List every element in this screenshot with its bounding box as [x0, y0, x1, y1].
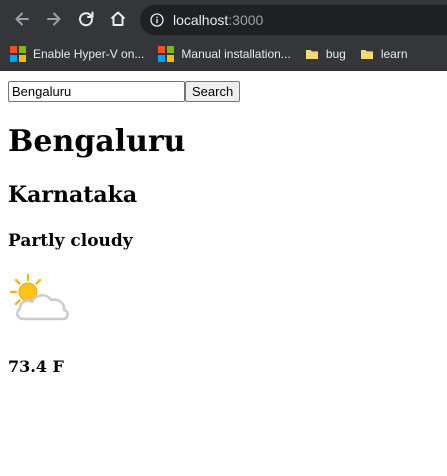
- browser-toolbar: localhost:3000: [0, 0, 447, 38]
- reload-button[interactable]: [72, 5, 100, 33]
- home-icon: [110, 11, 126, 26]
- page-content: Search Bengaluru Karnataka Partly cloudy…: [0, 71, 447, 377]
- info-icon[interactable]: [150, 13, 164, 27]
- bookmark-label: bug: [325, 47, 346, 61]
- bookmark-folder-bug[interactable]: bug: [305, 47, 346, 61]
- home-button[interactable]: [104, 5, 132, 33]
- bookmark-label: learn: [380, 47, 408, 61]
- search-button[interactable]: Search: [185, 80, 241, 102]
- bookmark-folder-learn[interactable]: learn: [360, 47, 408, 61]
- arrow-left-icon: [15, 12, 29, 26]
- bookmarks-bar: Enable Hyper-V on... Manual installation…: [0, 38, 447, 71]
- address-bar[interactable]: localhost:3000: [140, 5, 447, 35]
- microsoft-logo-icon: [158, 46, 175, 62]
- arrow-right-icon: [47, 12, 61, 26]
- back-button[interactable]: [8, 5, 36, 33]
- weather-condition: Partly cloudy: [8, 231, 133, 251]
- browser-chrome: localhost:3000 Enable Hyper-V on... Manu…: [0, 0, 447, 71]
- search-input[interactable]: [8, 80, 185, 102]
- microsoft-logo-icon: [10, 46, 26, 62]
- bookmark-label: Enable Hyper-V on...: [33, 47, 145, 61]
- temperature: 73.4 F: [8, 357, 64, 376]
- reload-icon: [79, 11, 94, 27]
- partly-cloudy-icon: [9, 273, 69, 321]
- bookmark-enable-hyper-v[interactable]: Enable Hyper-V on...: [10, 46, 144, 62]
- folder-icon: [360, 47, 374, 61]
- city-name: Bengaluru: [8, 124, 186, 159]
- bookmark-label: Manual installation...: [181, 47, 291, 61]
- forward-button[interactable]: [40, 5, 68, 33]
- folder-icon: [305, 47, 319, 61]
- search-form: Search: [8, 80, 439, 102]
- region-name: Karnataka: [8, 182, 138, 208]
- address-port: :3000: [228, 12, 264, 28]
- bookmark-manual-installation[interactable]: Manual installation...: [158, 46, 291, 62]
- address-host: localhost: [173, 12, 229, 28]
